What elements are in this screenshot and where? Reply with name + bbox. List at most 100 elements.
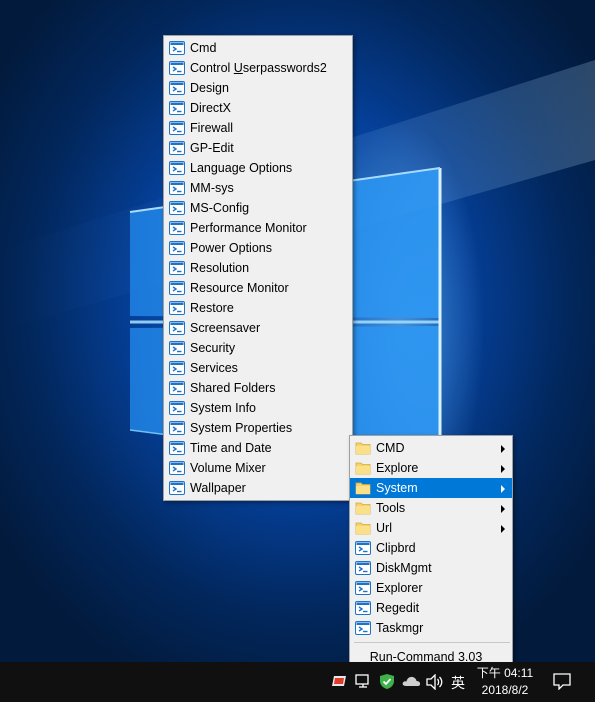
menu-item-restore[interactable]: Restore (164, 298, 352, 318)
shortcut-app-icon (169, 261, 185, 275)
submenu-folder-tools[interactable]: Tools (350, 498, 512, 518)
folder-icon (355, 482, 371, 495)
run-command-tray-menu: CMD Explore System Tools Url Clipbrd DiskMgmt… (349, 435, 513, 670)
menu-item-wallpaper[interactable]: Wallpaper (164, 478, 352, 498)
menu-item-label: Tools (376, 501, 406, 515)
menu-item-label: Restore (190, 301, 234, 315)
shortcut-app-icon (355, 561, 371, 575)
submenu-item-explorer[interactable]: Explorer (350, 578, 512, 598)
onedrive-cloud-icon[interactable] (402, 675, 421, 687)
submenu-folder-system[interactable]: System (350, 478, 512, 498)
menu-item-resolution[interactable]: Resolution (164, 258, 352, 278)
shortcut-app-icon (169, 461, 185, 475)
ime-indicator[interactable]: 英 (451, 673, 465, 693)
shortcut-app-icon (169, 221, 185, 235)
submenu-arrow-icon (501, 525, 505, 533)
shortcut-app-icon (355, 601, 371, 615)
menu-item-mm-sys[interactable]: MM-sys (164, 178, 352, 198)
menu-item-label: Screensaver (190, 321, 261, 335)
shortcut-app-icon (169, 481, 185, 495)
menu-item-label: System (376, 481, 418, 495)
menu-item-performance-monitor[interactable]: Performance Monitor (164, 218, 352, 238)
menu-item-power-options[interactable]: Power Options (164, 238, 352, 258)
defender-shield-icon[interactable] (379, 673, 395, 690)
submenu-arrow-icon (501, 445, 505, 453)
shortcut-app-icon (355, 541, 371, 555)
folder-icon (355, 522, 371, 535)
menu-item-label: Explorer (376, 581, 423, 595)
shortcut-app-icon (355, 581, 371, 595)
shortcut-app-icon (169, 341, 185, 355)
submenu-arrow-icon (501, 505, 505, 513)
network-icon[interactable] (355, 674, 371, 690)
menu-item-shared-folders[interactable]: Shared Folders (164, 378, 352, 398)
menu-item-gp-edit[interactable]: GP-Edit (164, 138, 352, 158)
menu-item-language-options[interactable]: Language Options (164, 158, 352, 178)
menu-item-firewall[interactable]: Firewall (164, 118, 352, 138)
submenu-arrow-icon (501, 485, 505, 493)
menu-item-label: Regedit (376, 601, 420, 615)
taskbar-clock[interactable]: 下午 04:11 2018/8/2 (474, 665, 536, 699)
label-part: serpasswords2 (242, 61, 327, 75)
shortcut-app-icon (169, 361, 185, 375)
volume-icon[interactable] (426, 674, 444, 690)
menu-item-label: MM-sys (190, 181, 234, 195)
menu-item-ms-config[interactable]: MS-Config (164, 198, 352, 218)
menu-separator (354, 642, 510, 643)
menu-item-system-properties[interactable]: System Properties (164, 418, 352, 438)
folder-icon (355, 442, 371, 455)
shortcut-app-icon (169, 81, 185, 95)
menu-item-label: Design (190, 81, 229, 95)
shortcut-app-icon (169, 281, 185, 295)
shortcut-app-icon (169, 321, 185, 335)
submenu-folder-cmd[interactable]: CMD (350, 438, 512, 458)
label-part: Control (190, 61, 234, 75)
menu-item-resource-monitor[interactable]: Resource Monitor (164, 278, 352, 298)
shortcut-app-icon (169, 181, 185, 195)
shortcut-app-icon (169, 401, 185, 415)
menu-item-label: Resolution (190, 261, 250, 275)
action-center-icon[interactable] (553, 673, 571, 690)
menu-item-label: Services (190, 361, 238, 375)
submenu-arrow-icon (501, 465, 505, 473)
shortcut-app-icon (169, 61, 185, 75)
menu-item-services[interactable]: Services (164, 358, 352, 378)
menu-item-time-and-date[interactable]: Time and Date (164, 438, 352, 458)
menu-item-volume-mixer[interactable]: Volume Mixer (164, 458, 352, 478)
clock-date: 2018/8/2 (481, 683, 529, 697)
menu-item-label: Shared Folders (190, 381, 276, 395)
run-command-tray-icon[interactable] (331, 674, 347, 688)
submenu-folder-explore[interactable]: Explore (350, 458, 512, 478)
submenu-item-diskmgmt[interactable]: DiskMgmt (350, 558, 512, 578)
submenu-item-taskmgr[interactable]: Taskmgr (350, 618, 512, 638)
menu-item-label: MS-Config (190, 201, 250, 215)
shortcut-app-icon (169, 441, 185, 455)
menu-item-system-info[interactable]: System Info (164, 398, 352, 418)
menu-item-directx[interactable]: DirectX (164, 98, 352, 118)
submenu-folder-url[interactable]: Url (350, 518, 512, 538)
menu-item-label: GP-Edit (190, 141, 234, 155)
submenu-item-regedit[interactable]: Regedit (350, 598, 512, 618)
menu-item-screensaver[interactable]: Screensaver (164, 318, 352, 338)
menu-item-label: Explore (376, 461, 419, 475)
shortcut-app-icon (169, 141, 185, 155)
shortcut-app-icon (169, 241, 185, 255)
menu-item-cmd[interactable]: Cmd (164, 38, 352, 58)
menu-item-label: Power Options (190, 241, 272, 255)
menu-item-security[interactable]: Security (164, 338, 352, 358)
menu-item-label: Clipbrd (376, 541, 416, 555)
menu-item-label: Language Options (190, 161, 293, 175)
shortcut-app-icon (169, 41, 185, 55)
submenu-item-clipbrd[interactable]: Clipbrd (350, 538, 512, 558)
menu-item-control-userpasswords2[interactable]: Control Userpasswords2 (164, 58, 352, 78)
menu-item-label: CMD (376, 441, 405, 455)
menu-item-design[interactable]: Design (164, 78, 352, 98)
run-command-main-menu: Cmd Control Userpasswords2 Design DirectX Fi… (163, 35, 353, 501)
menu-item-label: Volume Mixer (190, 461, 266, 475)
shortcut-app-icon (169, 301, 185, 315)
shortcut-app-icon (355, 621, 371, 635)
menu-item-label: Wallpaper (190, 481, 246, 495)
label-accelerator: U (233, 61, 243, 75)
menu-item-label: Url (376, 521, 392, 535)
taskbar: 英 下午 04:11 2018/8/2 (0, 662, 595, 702)
